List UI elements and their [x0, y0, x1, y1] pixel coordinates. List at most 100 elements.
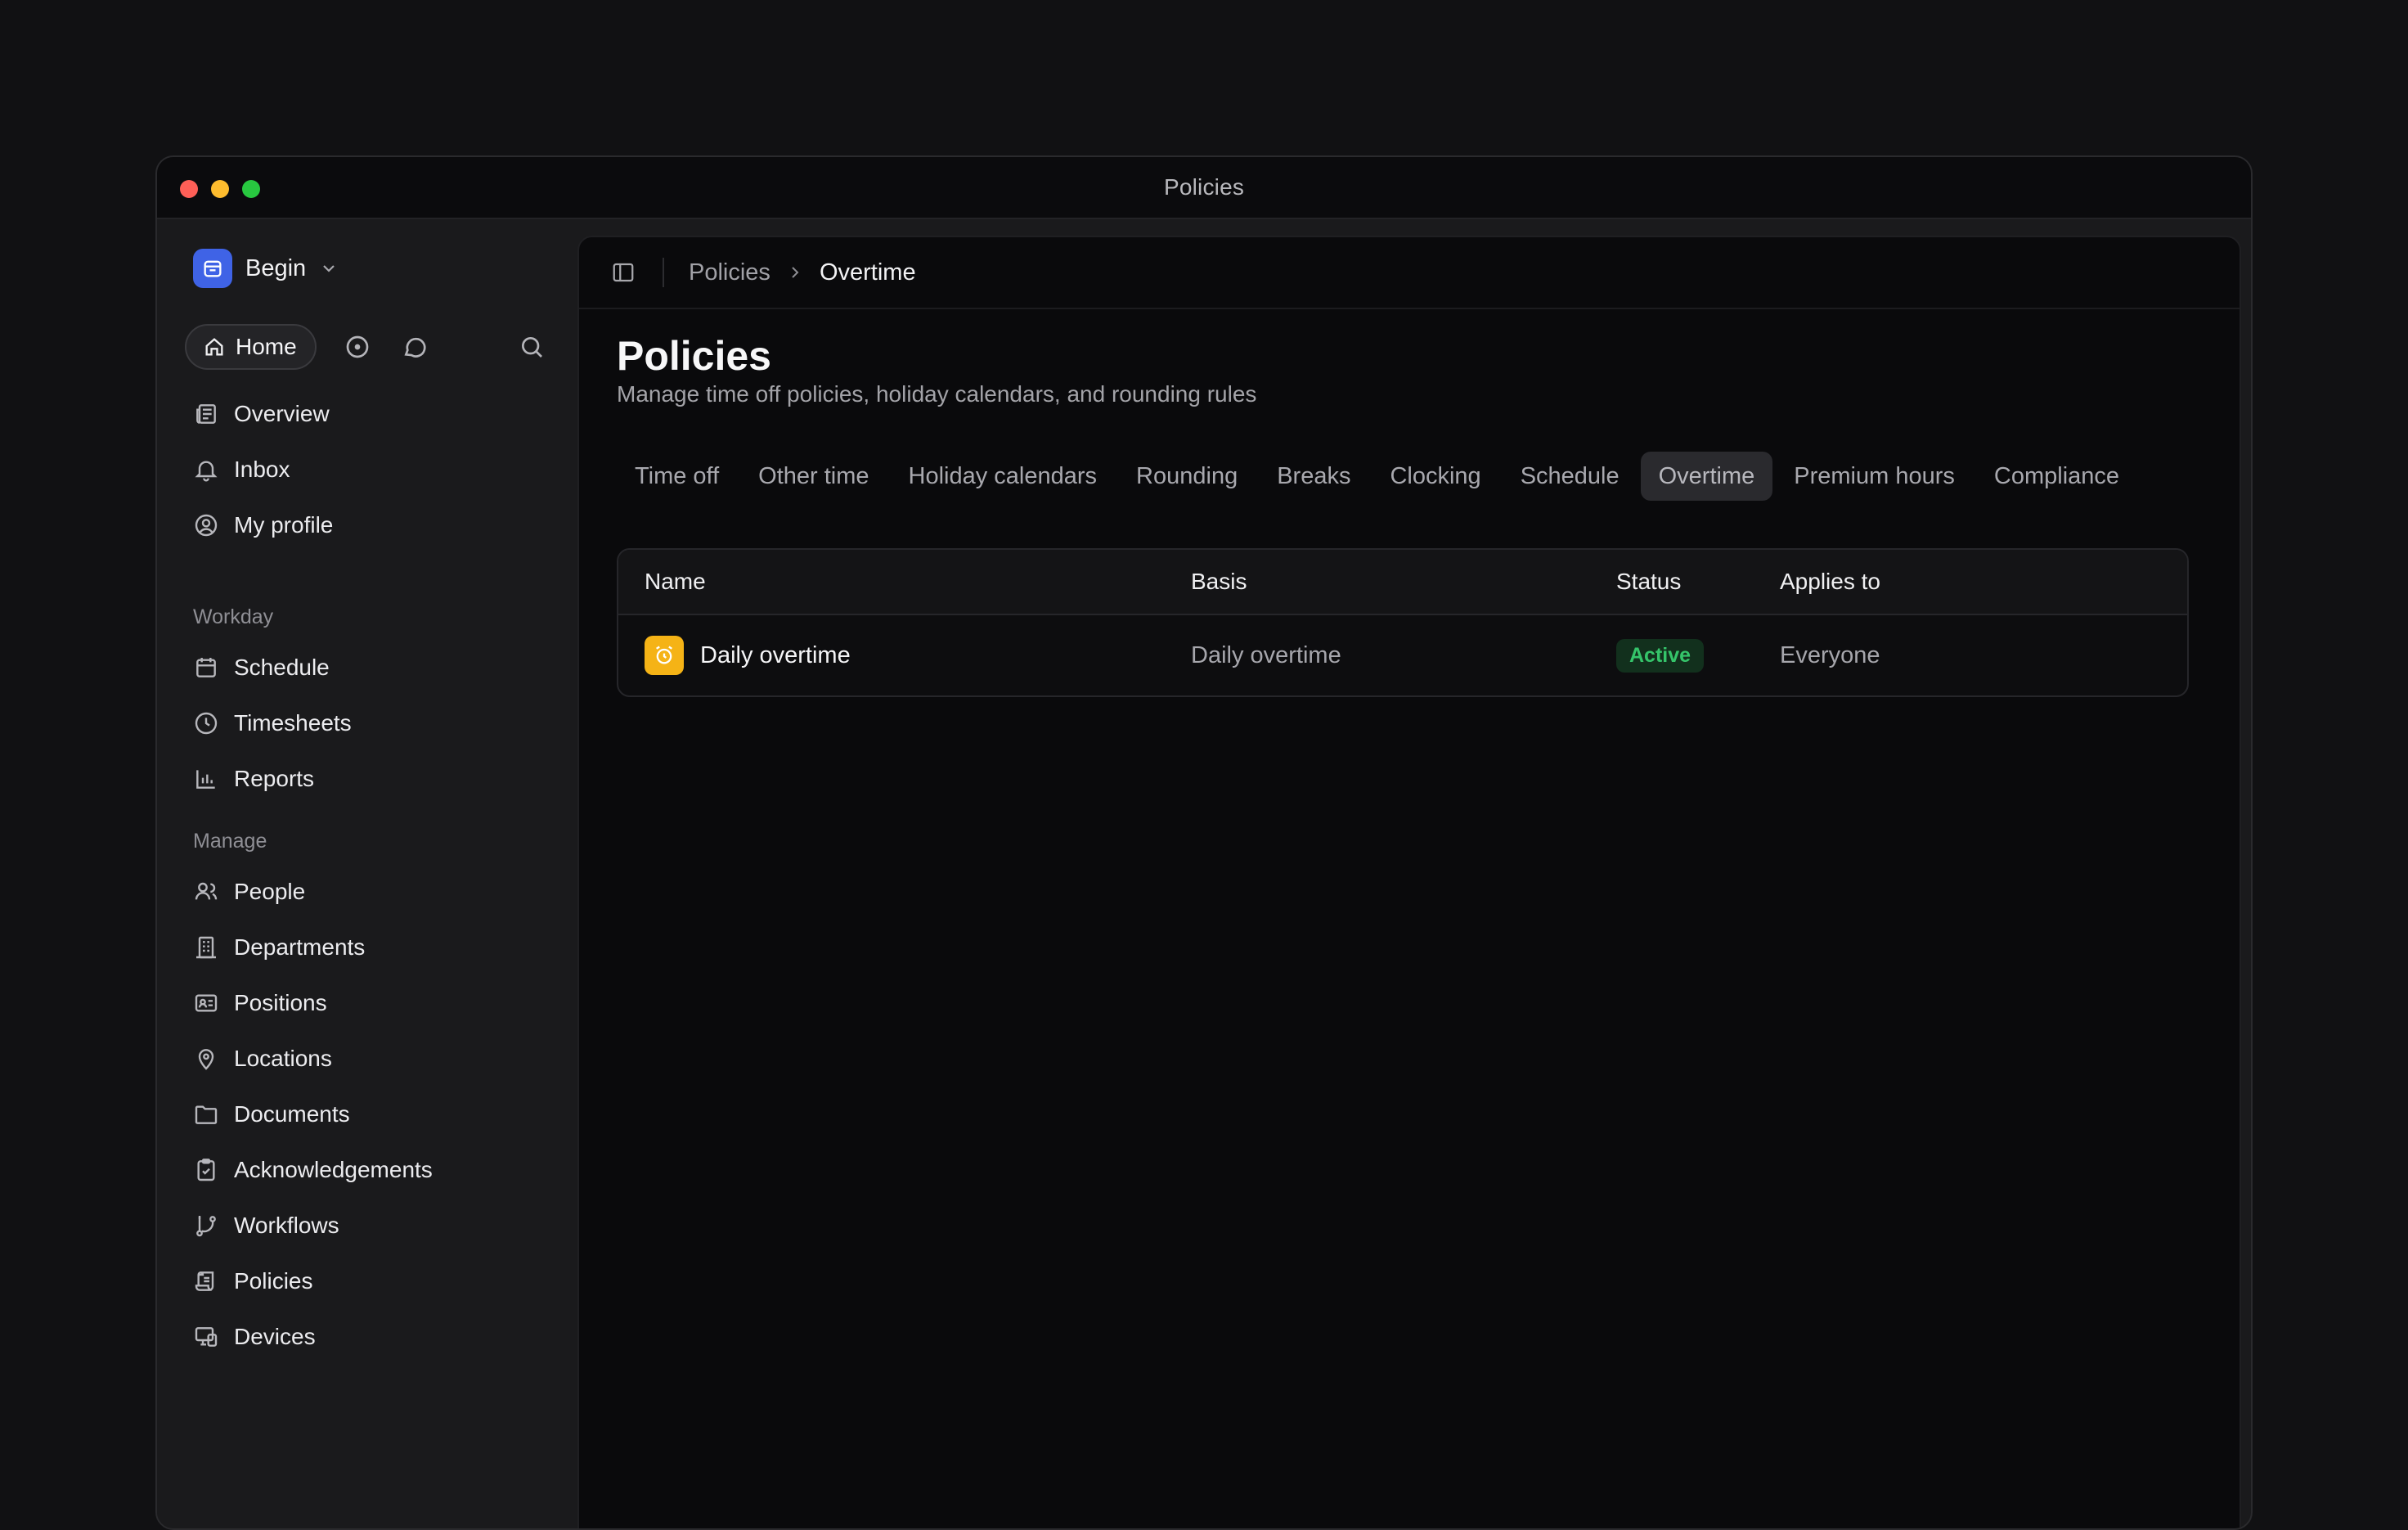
sidebar-item-reports[interactable]: Reports [193, 751, 553, 807]
sidebar-item-my-profile[interactable]: My profile [193, 497, 553, 553]
close-window-button[interactable] [180, 180, 198, 198]
messages-button[interactable] [398, 331, 431, 363]
zoom-window-button[interactable] [242, 180, 260, 198]
chat-bubble-icon [402, 334, 428, 360]
workspace-logo-icon [193, 249, 232, 288]
sidebar-item-devices[interactable]: Devices [193, 1309, 553, 1365]
home-button[interactable]: Home [185, 324, 317, 370]
tab-schedule[interactable]: Schedule [1503, 452, 1638, 501]
newspaper-icon [193, 401, 219, 427]
sidebar-item-departments[interactable]: Departments [193, 920, 553, 975]
sidebar-item-positions[interactable]: Positions [193, 975, 553, 1031]
column-header-applies-to[interactable]: Applies to [1780, 569, 2187, 595]
tab-overtime[interactable]: Overtime [1641, 452, 1773, 501]
sidebar-item-label: Documents [234, 1101, 350, 1127]
sidebar-item-label: My profile [234, 512, 333, 538]
page-title: Policies [617, 332, 771, 380]
workspace-name: Begin [245, 255, 306, 282]
home-icon [203, 335, 226, 358]
sidebar-item-label: Locations [234, 1046, 332, 1072]
sidebar-item-label: Devices [234, 1324, 316, 1350]
nav-section-title: Workday [193, 601, 553, 633]
sidebar-toggle-icon [611, 260, 636, 285]
cell-status: Active [1616, 639, 1780, 673]
toggle-sidebar-button[interactable] [609, 258, 638, 287]
users-icon [193, 879, 219, 905]
cell-basis: Daily overtime [1191, 642, 1616, 669]
page-subtitle: Manage time off policies, holiday calend… [617, 381, 1256, 407]
breadcrumb-divider [663, 258, 664, 287]
breadcrumb: Policies Overtime [579, 237, 2240, 309]
sidebar-item-people[interactable]: People [193, 864, 553, 920]
sidebar-item-acknowledgements[interactable]: Acknowledgements [193, 1142, 553, 1198]
window-title: Policies [1164, 174, 1244, 200]
sidebar-item-overview[interactable]: Overview [193, 386, 553, 442]
policy-tabs: Time off Other time Holiday calendars Ro… [617, 452, 2137, 501]
breadcrumb-current: Overtime [820, 259, 916, 286]
tab-time-off[interactable]: Time off [617, 452, 737, 501]
id-card-icon [193, 990, 219, 1016]
table-row[interactable]: Daily overtime Daily overtime Active Eve… [618, 615, 2187, 695]
cell-name: Daily overtime [618, 636, 1191, 675]
chevron-down-icon [319, 259, 339, 278]
sidebar-item-label: Workflows [234, 1213, 339, 1239]
map-pin-icon [193, 1046, 219, 1072]
breadcrumb-parent-link[interactable]: Policies [689, 259, 770, 286]
sidebar-item-label: Overview [234, 401, 330, 427]
home-label: Home [236, 334, 297, 360]
sidebar-item-label: Inbox [234, 457, 290, 483]
activity-button[interactable] [341, 331, 374, 363]
overtime-policies-table: Name Basis Status Applies to Daily overt… [617, 548, 2189, 697]
status-badge: Active [1616, 639, 1704, 673]
sidebar-item-inbox[interactable]: Inbox [193, 442, 553, 497]
column-header-status[interactable]: Status [1616, 569, 1780, 595]
calendar-icon [193, 655, 219, 681]
sidebar-item-label: Departments [234, 934, 365, 961]
bar-chart-icon [193, 766, 219, 792]
column-header-basis[interactable]: Basis [1191, 569, 1616, 595]
sidebar-item-workflows[interactable]: Workflows [193, 1198, 553, 1253]
git-branch-icon [193, 1213, 219, 1239]
column-header-name[interactable]: Name [618, 569, 1191, 595]
tab-compliance[interactable]: Compliance [1976, 452, 2137, 501]
circle-dot-icon [344, 334, 371, 360]
workday-nav: Workday Schedule Timesheets Reports [193, 601, 553, 807]
sidebar-item-label: Reports [234, 766, 314, 792]
app-window: Policies Begin Home [155, 155, 2253, 1530]
bell-icon [193, 457, 219, 483]
search-button[interactable] [515, 331, 548, 363]
tab-rounding[interactable]: Rounding [1118, 452, 1256, 501]
sidebar-item-label: Schedule [234, 655, 330, 681]
sidebar-item-locations[interactable]: Locations [193, 1031, 553, 1087]
search-icon [519, 334, 545, 360]
main-panel: Policies Overtime Policies Manage time o… [577, 236, 2241, 1530]
minimize-window-button[interactable] [211, 180, 229, 198]
user-circle-icon [193, 512, 219, 538]
sidebar-item-documents[interactable]: Documents [193, 1087, 553, 1142]
sidebar-item-label: Positions [234, 990, 327, 1016]
sidebar: Begin Home Overview [157, 221, 576, 1528]
sidebar-item-schedule[interactable]: Schedule [193, 640, 553, 695]
scroll-icon [193, 1268, 219, 1294]
nav-section-title: Manage [193, 825, 553, 857]
cell-applies-to: Everyone [1780, 642, 2187, 669]
tab-other-time[interactable]: Other time [740, 452, 887, 501]
tab-premium-hours[interactable]: Premium hours [1776, 452, 1973, 501]
sidebar-top-row: Home [185, 324, 548, 370]
chevron-right-icon [785, 263, 805, 282]
title-bar: Policies [157, 157, 2251, 219]
sidebar-item-label: Timesheets [234, 710, 352, 736]
tab-clocking[interactable]: Clocking [1372, 452, 1498, 501]
sidebar-item-policies[interactable]: Policies [193, 1253, 553, 1309]
sidebar-item-label: Acknowledgements [234, 1157, 433, 1183]
policy-name: Daily overtime [700, 642, 851, 669]
clipboard-check-icon [193, 1157, 219, 1183]
tab-holiday-calendars[interactable]: Holiday calendars [891, 452, 1116, 501]
manage-nav: Manage People Departments Positions Loca… [193, 825, 553, 1365]
sidebar-item-label: People [234, 879, 305, 905]
alarm-clock-icon [645, 636, 684, 675]
devices-icon [193, 1324, 219, 1350]
tab-breaks[interactable]: Breaks [1259, 452, 1368, 501]
workspace-switcher[interactable]: Begin [193, 249, 339, 288]
sidebar-item-timesheets[interactable]: Timesheets [193, 695, 553, 751]
